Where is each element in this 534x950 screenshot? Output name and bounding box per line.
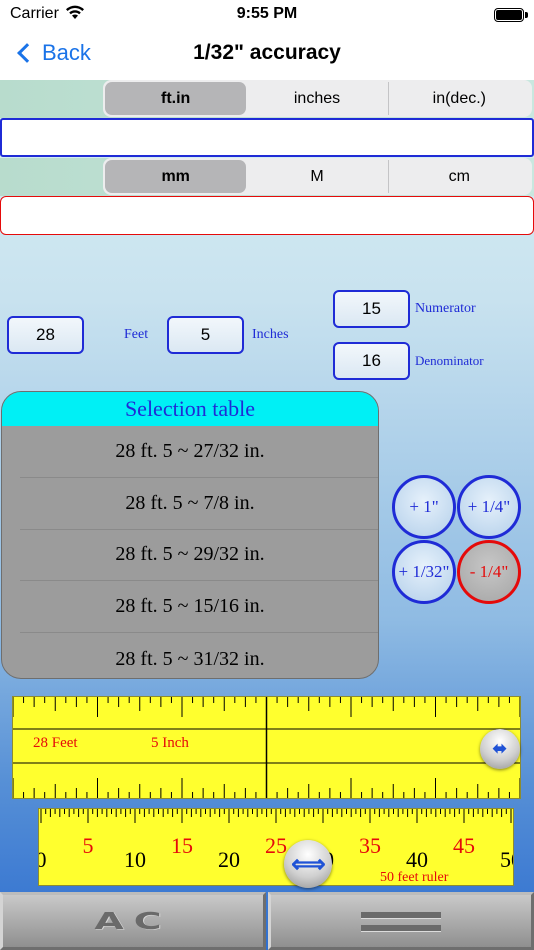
inch-ruler-slider-handle[interactable]: ⬌ bbox=[479, 729, 520, 769]
ruler-tick-label: 35 bbox=[359, 833, 381, 858]
segment-ft-in[interactable]: ft.in bbox=[105, 82, 247, 115]
clock: 9:55 PM bbox=[236, 5, 298, 22]
inches-field[interactable]: 5 bbox=[167, 316, 244, 354]
selection-row[interactable]: 28 ft. 5 ~ 7/8 in. bbox=[20, 478, 378, 530]
plus-32nd-inch-button[interactable]: + 1/32" bbox=[392, 540, 456, 604]
ruler-tick-label: 10 bbox=[124, 847, 146, 872]
battery-icon bbox=[494, 8, 528, 22]
selection-table: Selection table 28 ft. 5 ~ 27/32 in. 28 … bbox=[1, 391, 379, 679]
segment-mm[interactable]: mm bbox=[105, 160, 247, 193]
ac-button[interactable]: AC bbox=[0, 892, 266, 950]
imperial-unit-segmented-control: ft.in inches in(dec.) bbox=[103, 80, 532, 117]
plus-one-inch-button[interactable]: + 1" bbox=[392, 475, 456, 539]
segment-in-dec[interactable]: in(dec.) bbox=[387, 82, 530, 115]
metric-unit-row: mm M cm bbox=[0, 158, 534, 196]
ruler-tick-label: 45 bbox=[453, 833, 475, 858]
denominator-field[interactable]: 16 bbox=[333, 342, 410, 380]
metric-input[interactable] bbox=[0, 196, 534, 235]
selection-row[interactable]: 28 ft. 5 ~ 27/32 in. bbox=[20, 426, 378, 478]
equals-icon bbox=[361, 911, 441, 931]
segment-m[interactable]: M bbox=[246, 160, 387, 193]
minus-quarter-inch-button[interactable]: - 1/4" bbox=[457, 540, 521, 604]
ruler-tick-label: 50 bbox=[500, 847, 513, 872]
selection-table-title: Selection table bbox=[2, 392, 378, 426]
ruler-tick-label: 15 bbox=[171, 833, 193, 858]
feet-ruler[interactable]: 05101520253035404550 50 feet ruler ⟺ bbox=[38, 808, 514, 888]
metric-unit-segmented-control: mm M cm bbox=[103, 158, 532, 195]
numerator-field[interactable]: 15 bbox=[333, 290, 410, 328]
ruler-tick-label: 0 bbox=[39, 847, 47, 872]
equals-button[interactable] bbox=[268, 892, 534, 950]
feet-ruler-label: 50 feet ruler bbox=[380, 870, 449, 885]
segment-cm[interactable]: cm bbox=[387, 160, 530, 193]
ruler-inch-label: 5 Inch bbox=[151, 735, 189, 751]
double-arrow-icon: ⟺ bbox=[291, 850, 326, 878]
selection-row[interactable]: 28 ft. 5 ~ 15/16 in. bbox=[20, 581, 378, 634]
nav-bar: Back 1/32" accuracy bbox=[0, 30, 534, 80]
left-right-arrow-icon: ⬌ bbox=[492, 739, 507, 758]
segment-inches[interactable]: inches bbox=[246, 82, 387, 115]
ruler-tick-label: 25 bbox=[265, 833, 287, 858]
selection-row[interactable]: 28 ft. 5 ~ 29/32 in. bbox=[20, 530, 378, 582]
status-bar: Carrier 9:55 PM bbox=[0, 0, 534, 30]
imperial-unit-row: ft.in inches in(dec.) bbox=[0, 80, 534, 118]
ruler-tick-label: 20 bbox=[218, 847, 240, 872]
inches-label: Inches bbox=[252, 327, 289, 342]
ac-label: AC bbox=[94, 907, 172, 935]
ruler-feet-label: 28 Feet bbox=[33, 735, 78, 751]
feet-label: Feet bbox=[124, 327, 149, 342]
numerator-label: Numerator bbox=[415, 301, 476, 316]
plus-quarter-inch-button[interactable]: + 1/4" bbox=[457, 475, 521, 539]
feet-field[interactable]: 28 bbox=[7, 316, 84, 354]
inch-ruler[interactable]: 28 Feet 5 Inch ⬌ bbox=[12, 696, 521, 799]
ruler-tick-label: 40 bbox=[406, 847, 428, 872]
page-title: 1/32" accuracy bbox=[193, 41, 341, 64]
selection-row[interactable]: 28 ft. 5 ~ 31/32 in. bbox=[20, 633, 378, 678]
imperial-input[interactable] bbox=[0, 118, 534, 157]
ruler-tick-label: 5 bbox=[83, 833, 94, 858]
inch-ruler-ticks bbox=[13, 697, 520, 798]
denominator-label: Denominator bbox=[415, 353, 484, 368]
